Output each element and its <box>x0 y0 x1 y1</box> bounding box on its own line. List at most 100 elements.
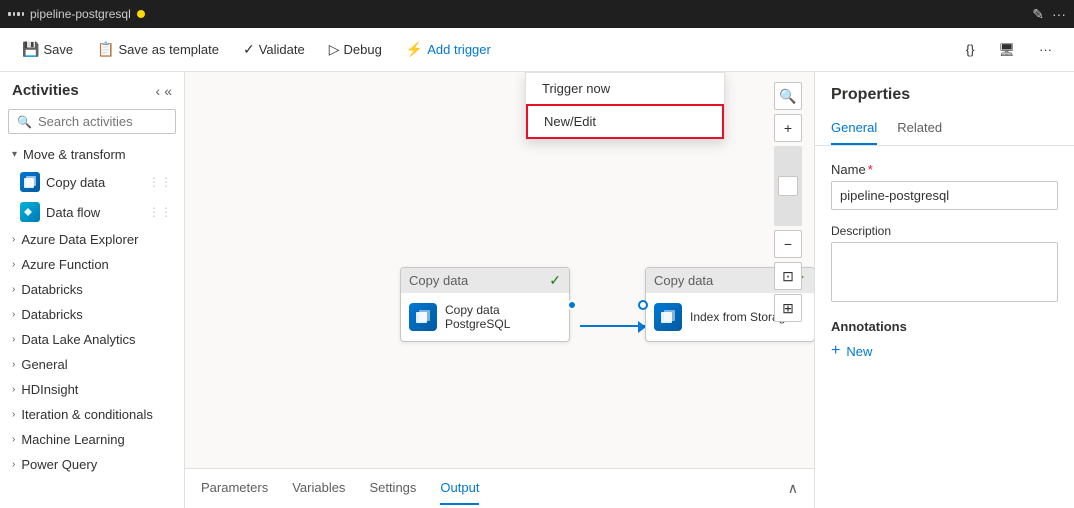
monitor-icon: 🖥 <box>998 42 1015 58</box>
status-icon: ✓ <box>549 272 561 289</box>
node-copy-data-postgresql[interactable]: Copy data ✓ Copy data PostgreSQL <box>400 267 570 342</box>
properties-title: Properties <box>815 72 1074 112</box>
right-connector[interactable] <box>567 300 577 310</box>
more-options-button[interactable]: ··· <box>1029 37 1062 62</box>
node-header: Copy data ✓ <box>401 268 569 293</box>
category-azure-function[interactable]: › Azure Function <box>0 252 184 277</box>
category-batch-service[interactable]: › Databricks <box>0 277 184 302</box>
toolbar: 💾 Save 📋 Save as template ✓ Validate ▷ D… <box>0 28 1074 72</box>
category-label: General <box>21 357 67 372</box>
category-label: Move & transform <box>23 147 126 162</box>
add-annotation-button[interactable]: + New <box>831 342 1058 360</box>
chevron-right-icon: › <box>12 334 15 345</box>
properties-panel: Properties General Related Name* Descrip… <box>814 72 1074 508</box>
title-bar: pipeline-postgresql ✎ ··· <box>0 0 1074 28</box>
category-machine-learning[interactable]: › Machine Learning <box>0 427 184 452</box>
category-iteration[interactable]: › Iteration & conditionals <box>0 402 184 427</box>
new-annotation-label: New <box>846 344 872 359</box>
activity-copy-data[interactable]: Copy data ⋮⋮ <box>0 167 184 197</box>
chevron-right-icon: › <box>12 359 15 370</box>
add-trigger-button[interactable]: ⚡ Add trigger <box>396 36 501 63</box>
tab-name[interactable]: pipeline-postgresql <box>30 7 131 21</box>
validate-icon: ✓ <box>243 41 255 58</box>
category-label: Iteration & conditionals <box>21 407 153 422</box>
activity-label: Copy data <box>46 175 105 190</box>
prop-tab-general[interactable]: General <box>831 112 877 145</box>
connector-line <box>580 325 645 327</box>
required-star: * <box>868 162 873 177</box>
category-general[interactable]: › General <box>0 352 184 377</box>
search-input[interactable] <box>38 114 167 129</box>
more-icon[interactable]: ··· <box>1052 6 1066 23</box>
activity-label: Data flow <box>46 205 100 220</box>
description-label: Description <box>831 224 1058 238</box>
bottom-tabs: Parameters Variables Settings Output ∧ <box>185 468 814 508</box>
zoom-in-button[interactable]: + <box>774 114 802 142</box>
trigger-icon: ⚡ <box>406 41 423 58</box>
code-icon: {} <box>966 42 975 57</box>
new-edit-option[interactable]: New/Edit <box>526 104 724 139</box>
debug-icon: ▷ <box>329 41 340 58</box>
close-bottom-panel-icon[interactable]: ∧ <box>788 480 798 497</box>
search-canvas-button[interactable]: 🔍 <box>774 82 802 110</box>
category-databricks[interactable]: › Databricks <box>0 302 184 327</box>
app-icon <box>8 6 24 22</box>
collapse-icon[interactable]: ‹ <box>156 83 161 99</box>
activity-data-flow[interactable]: Data flow ⋮⋮ <box>0 197 184 227</box>
node-icon <box>409 303 437 331</box>
save-button[interactable]: 💾 Save <box>12 36 83 63</box>
save-icon: 💾 <box>22 41 39 58</box>
category-azure-data-explorer[interactable]: › Azure Data Explorer <box>0 227 184 252</box>
trigger-now-option[interactable]: Trigger now <box>526 73 724 104</box>
monitor-button[interactable]: 🖥 <box>988 37 1025 63</box>
name-input[interactable] <box>831 181 1058 210</box>
category-data-lake-analytics[interactable]: › Data Lake Analytics <box>0 327 184 352</box>
sidebar-title: Activities <box>12 82 79 99</box>
annotations-section: Annotations + New <box>831 319 1058 360</box>
prop-tab-related[interactable]: Related <box>897 112 942 145</box>
node-label: Copy data PostgreSQL <box>445 303 561 331</box>
plus-icon: + <box>831 342 840 360</box>
properties-tabs: General Related <box>815 112 1074 146</box>
name-label: Name* <box>831 162 1058 177</box>
tab-output[interactable]: Output <box>440 472 479 505</box>
node-body: Copy data PostgreSQL <box>401 293 569 341</box>
category-label: Machine Learning <box>21 432 124 447</box>
chevron-right-icon: › <box>12 234 15 245</box>
fit-view-button[interactable]: ⊡ <box>774 262 802 290</box>
validate-button[interactable]: ✓ Validate <box>233 36 315 63</box>
drag-icon: ⋮⋮ <box>148 175 172 189</box>
category-power-query[interactable]: › Power Query <box>0 452 184 477</box>
right-connector-green <box>812 300 814 310</box>
category-hdinsight[interactable]: › HDInsight <box>0 377 184 402</box>
debug-button[interactable]: ▷ Debug <box>319 36 392 63</box>
sidebar-header-actions: ‹ « <box>156 83 172 99</box>
search-icon: 🔍 <box>17 115 32 129</box>
left-connector[interactable] <box>638 300 648 310</box>
zoom-slider-thumb[interactable] <box>778 176 798 196</box>
chevron-right-icon: › <box>12 409 15 420</box>
category-move-transform[interactable]: ▾ Move & transform <box>0 142 184 167</box>
chevron-right-icon: › <box>12 434 15 445</box>
toolbar-right: {} 🖥 ··· <box>956 37 1062 63</box>
category-label: Power Query <box>21 457 97 472</box>
drag-icon: ⋮⋮ <box>148 205 172 219</box>
grid-button[interactable]: ⊞ <box>774 294 802 322</box>
tab-parameters[interactable]: Parameters <box>201 472 268 505</box>
description-textarea[interactable] <box>831 242 1058 302</box>
sidebar-header: Activities ‹ « <box>0 72 184 105</box>
code-button[interactable]: {} <box>956 37 985 62</box>
save-as-template-button[interactable]: 📋 Save as template <box>87 36 229 63</box>
chevron-right-icon: › <box>12 259 15 270</box>
edit-icon[interactable]: ✎ <box>1032 6 1044 23</box>
tab-settings[interactable]: Settings <box>369 472 416 505</box>
search-box[interactable]: 🔍 <box>8 109 176 134</box>
node-type-label: Copy data <box>654 273 713 288</box>
sidebar: Activities ‹ « 🔍 ▾ Move & transform Copy… <box>0 72 185 508</box>
tab-variables[interactable]: Variables <box>292 472 345 505</box>
copy-data-icon <box>20 172 40 192</box>
zoom-slider[interactable] <box>774 146 802 226</box>
collapse-all-icon[interactable]: « <box>164 83 172 99</box>
zoom-out-button[interactable]: − <box>774 230 802 258</box>
chevron-right-icon: › <box>12 309 15 320</box>
